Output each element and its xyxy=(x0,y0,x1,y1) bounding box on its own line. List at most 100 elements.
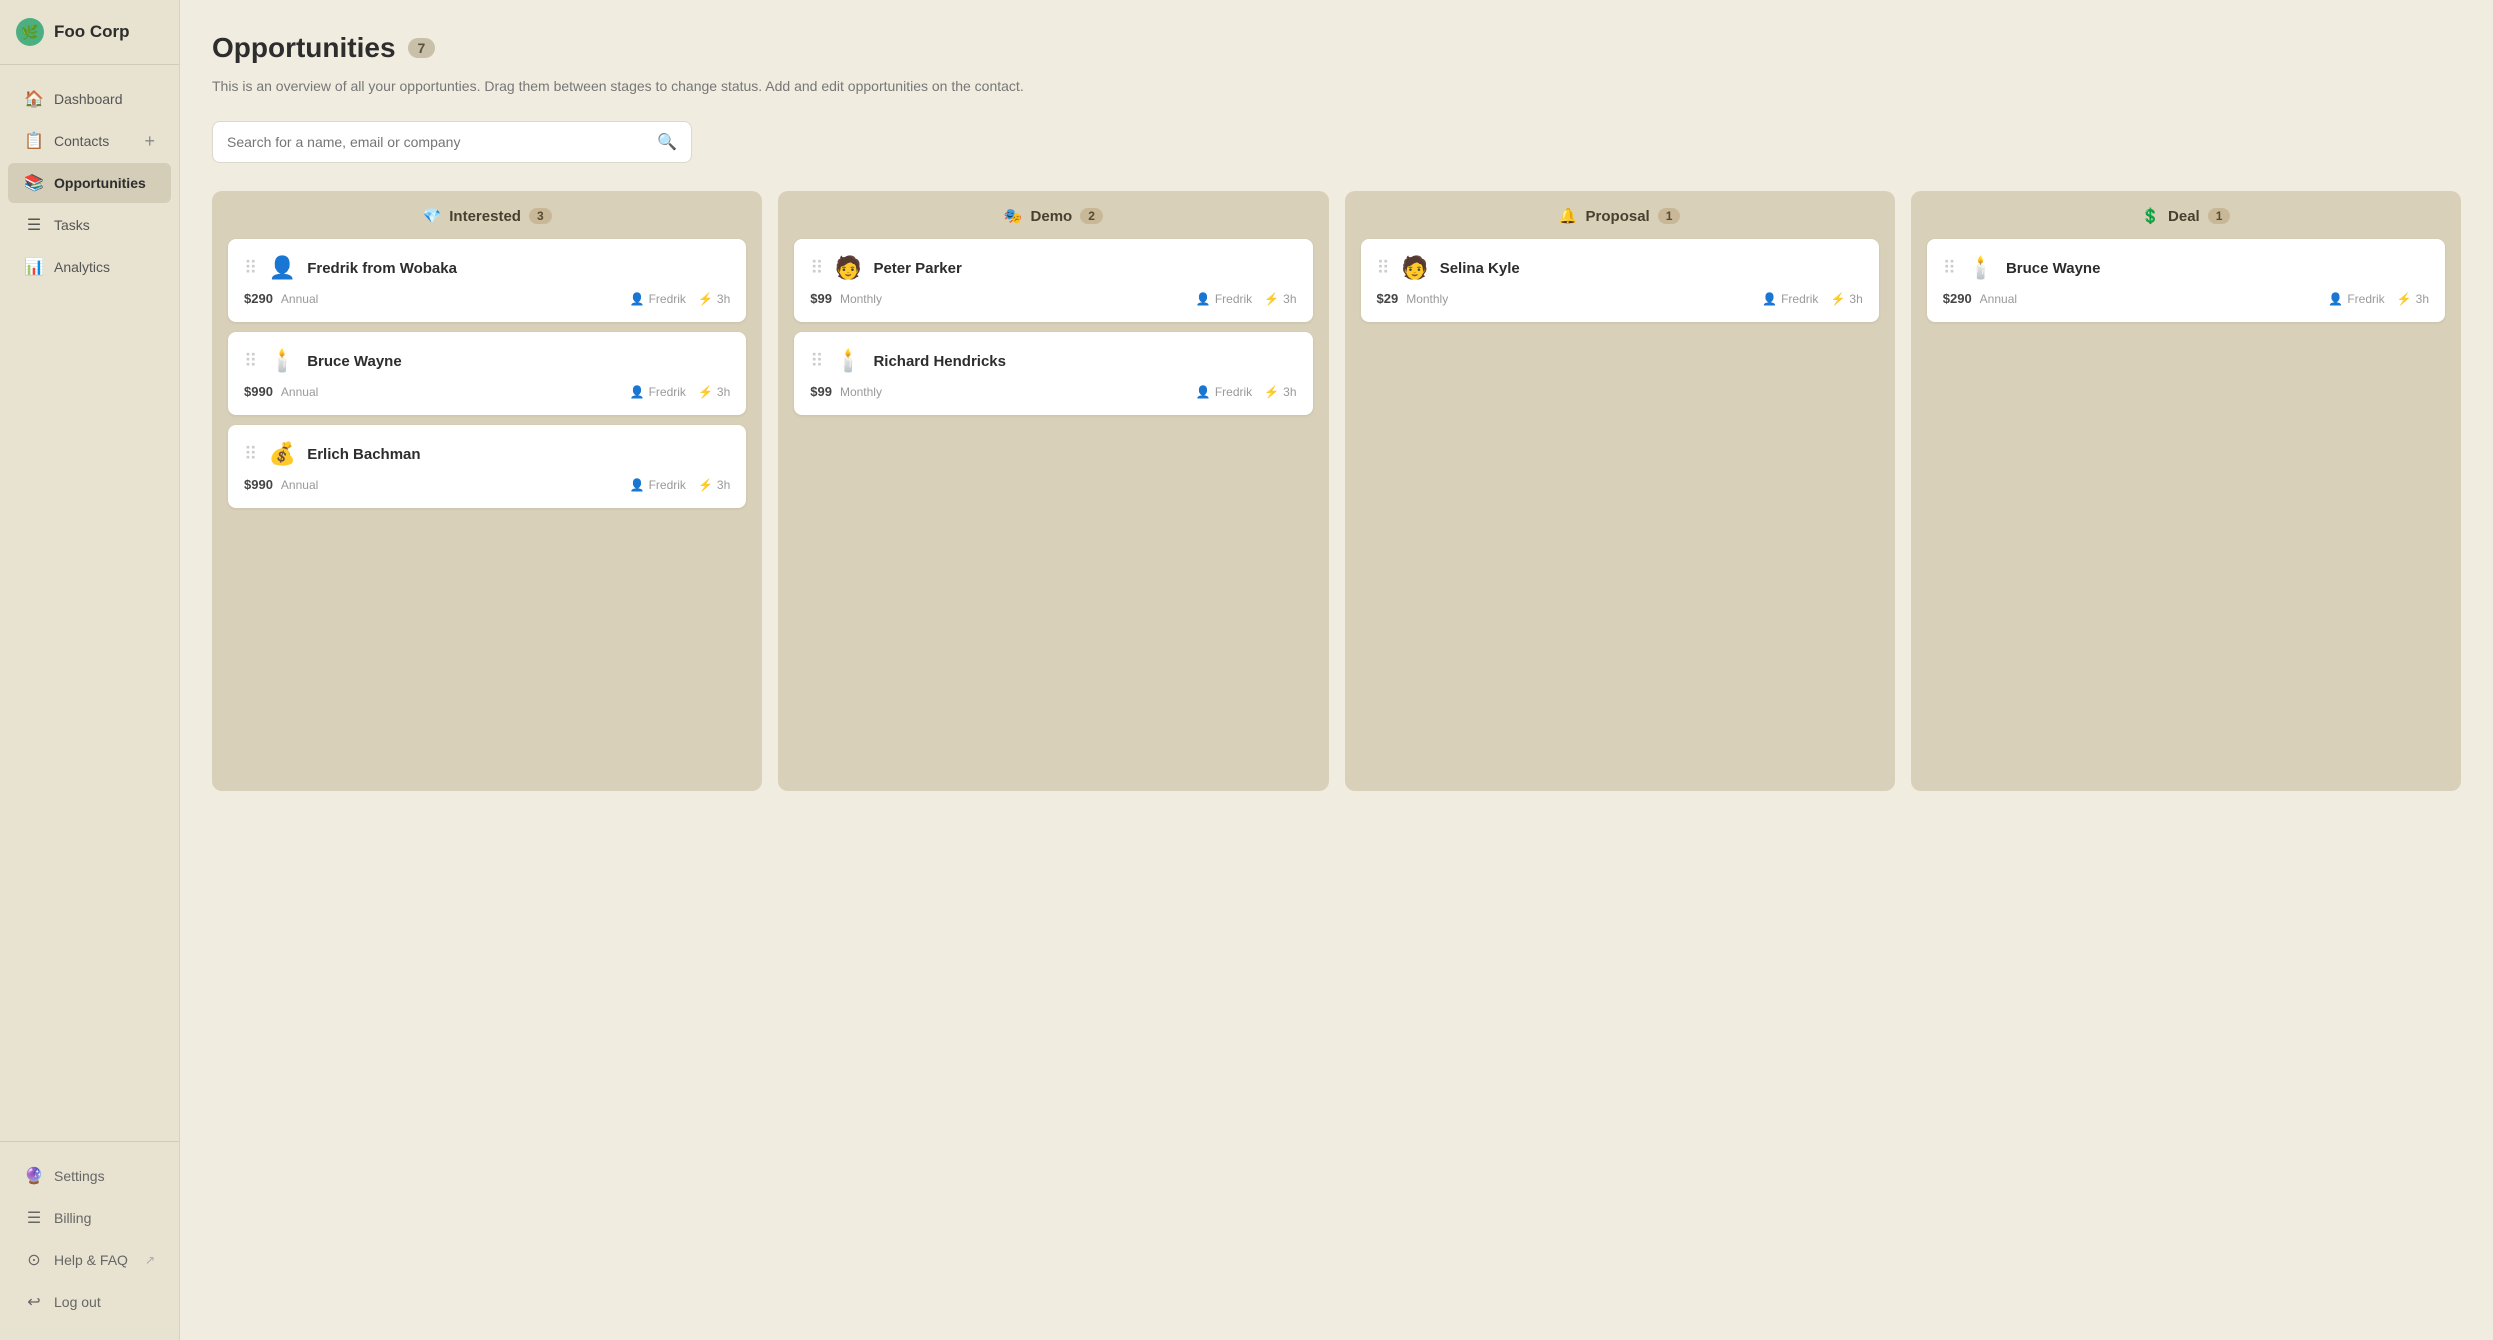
bolt-icon: ⚡ xyxy=(698,478,713,492)
card-assignee: 👤 Fredrik xyxy=(630,292,686,306)
card-avatar: 💰 xyxy=(267,441,297,467)
card-period: Annual xyxy=(281,292,318,306)
card-c2[interactable]: 🕯️ Bruce Wayne $990 Annual 👤 Fredrik ⚡ 3… xyxy=(228,332,746,415)
card-name: Bruce Wayne xyxy=(2006,260,2100,277)
bolt-icon: ⚡ xyxy=(698,385,713,399)
column-proposal: 🔔 Proposal 1 🧑 Selina Kyle $29 Monthly 👤… xyxy=(1345,191,1895,791)
card-c5[interactable]: 🕯️ Richard Hendricks $99 Monthly 👤 Fredr… xyxy=(794,332,1312,415)
bolt-icon: ⚡ xyxy=(1830,292,1845,306)
column-label-proposal: Proposal xyxy=(1586,208,1650,225)
sidebar-bottom-item-settings[interactable]: 🔮 Settings xyxy=(8,1156,171,1196)
sidebar-bottom-item-billing[interactable]: ☰ Billing xyxy=(8,1198,171,1238)
card-period: Monthly xyxy=(840,385,882,399)
drag-handle[interactable] xyxy=(810,351,823,372)
sidebar-label-dashboard: Dashboard xyxy=(54,91,123,107)
person-icon: 👤 xyxy=(1196,292,1211,306)
drag-handle[interactable] xyxy=(244,258,257,279)
bottom-label-billing: Billing xyxy=(54,1210,91,1226)
add-contact-btn[interactable]: + xyxy=(144,132,155,150)
drag-handle[interactable] xyxy=(244,444,257,465)
drag-handle[interactable] xyxy=(810,258,823,279)
card-header: 🕯️ Richard Hendricks xyxy=(810,348,1296,374)
search-bar[interactable]: 🔍 xyxy=(212,121,692,163)
card-header: 💰 Erlich Bachman xyxy=(244,441,730,467)
app-logo[interactable]: 🌿 Foo Corp xyxy=(0,0,179,65)
card-header: 🕯️ Bruce Wayne xyxy=(1943,255,2429,281)
card-footer: $29 Monthly 👤 Fredrik ⚡ 3h xyxy=(1377,291,1863,306)
card-assignee: 👤 Fredrik xyxy=(2328,292,2384,306)
card-assignee: 👤 Fredrik xyxy=(1196,292,1252,306)
sidebar-label-opportunities: Opportunities xyxy=(54,175,146,191)
app-name: Foo Corp xyxy=(54,22,130,42)
sidebar-bottom-item-logout[interactable]: ↩ Log out xyxy=(8,1282,171,1322)
page-description: This is an overview of all your opportun… xyxy=(212,76,2461,97)
sidebar-item-contacts[interactable]: 📋 Contacts + xyxy=(8,121,171,161)
card-name: Fredrik from Wobaka xyxy=(307,260,457,277)
help-icon: ⊙ xyxy=(24,1250,44,1270)
card-amount: $99 xyxy=(810,291,832,306)
sidebar-item-analytics[interactable]: 📊 Analytics xyxy=(8,247,171,287)
sidebar-label-tasks: Tasks xyxy=(54,217,90,233)
sidebar-item-opportunities[interactable]: 📚 Opportunities xyxy=(8,163,171,203)
drag-handle[interactable] xyxy=(1943,258,1956,279)
sidebar-item-dashboard[interactable]: 🏠 Dashboard xyxy=(8,79,171,119)
person-icon: 👤 xyxy=(630,292,645,306)
column-count-deal: 1 xyxy=(2208,208,2231,224)
card-meta: 👤 Fredrik ⚡ 3h xyxy=(1196,385,1297,399)
bolt-icon: ⚡ xyxy=(698,292,713,306)
drag-handle[interactable] xyxy=(244,351,257,372)
column-count-demo: 2 xyxy=(1080,208,1103,224)
bolt-icon: ⚡ xyxy=(1264,292,1279,306)
column-demo: 🎭 Demo 2 🧑 Peter Parker $99 Monthly 👤 Fr… xyxy=(778,191,1328,791)
column-label-interested: Interested xyxy=(449,208,521,225)
card-avatar: 🧑 xyxy=(1400,255,1430,281)
main-nav: 🏠 Dashboard 📋 Contacts + 📚 Opportunities… xyxy=(0,65,179,1141)
person-icon: 👤 xyxy=(630,385,645,399)
sidebar-item-tasks[interactable]: ☰ Tasks xyxy=(8,205,171,245)
card-name: Bruce Wayne xyxy=(307,353,401,370)
column-count-proposal: 1 xyxy=(1658,208,1681,224)
card-c4[interactable]: 🧑 Peter Parker $99 Monthly 👤 Fredrik ⚡ 3… xyxy=(794,239,1312,322)
card-amount: $290 xyxy=(244,291,273,306)
column-deal: 💲 Deal 1 🕯️ Bruce Wayne $290 Annual 👤 Fr… xyxy=(1911,191,2461,791)
card-c7[interactable]: 🕯️ Bruce Wayne $290 Annual 👤 Fredrik ⚡ 3… xyxy=(1927,239,2445,322)
logo-icon: 🌿 xyxy=(16,18,44,46)
column-header-deal: 💲 Deal 1 xyxy=(1927,207,2445,225)
card-c1[interactable]: 👤 Fredrik from Wobaka $290 Annual 👤 Fred… xyxy=(228,239,746,322)
card-c3[interactable]: 💰 Erlich Bachman $990 Annual 👤 Fredrik ⚡… xyxy=(228,425,746,508)
card-meta: 👤 Fredrik ⚡ 3h xyxy=(1196,292,1297,306)
card-avatar: 👤 xyxy=(267,255,297,281)
card-period: Annual xyxy=(281,478,318,492)
card-header: 🧑 Selina Kyle xyxy=(1377,255,1863,281)
opportunities-icon: 📚 xyxy=(24,173,44,193)
card-footer: $990 Annual 👤 Fredrik ⚡ 3h xyxy=(244,384,730,399)
column-icon-deal: 💲 xyxy=(2141,207,2160,225)
card-header: 👤 Fredrik from Wobaka xyxy=(244,255,730,281)
bottom-label-logout: Log out xyxy=(54,1294,101,1310)
sidebar: 🌿 Foo Corp 🏠 Dashboard 📋 Contacts + 📚 Op… xyxy=(0,0,180,1340)
card-footer: $290 Annual 👤 Fredrik ⚡ 3h xyxy=(244,291,730,306)
card-time: ⚡ 3h xyxy=(1264,292,1296,306)
card-footer: $99 Monthly 👤 Fredrik ⚡ 3h xyxy=(810,384,1296,399)
sidebar-label-contacts: Contacts xyxy=(54,133,109,149)
card-meta: 👤 Fredrik ⚡ 3h xyxy=(1762,292,1863,306)
card-c6[interactable]: 🧑 Selina Kyle $29 Monthly 👤 Fredrik ⚡ 3h xyxy=(1361,239,1879,322)
dashboard-icon: 🏠 xyxy=(24,89,44,109)
card-name: Richard Hendricks xyxy=(873,353,1006,370)
card-time: ⚡ 3h xyxy=(698,385,730,399)
search-input[interactable] xyxy=(227,134,649,150)
column-count-interested: 3 xyxy=(529,208,552,224)
column-label-deal: Deal xyxy=(2168,208,2200,225)
card-name: Peter Parker xyxy=(873,260,961,277)
person-icon: 👤 xyxy=(2328,292,2343,306)
card-amount: $990 xyxy=(244,477,273,492)
card-avatar: 🕯️ xyxy=(1966,255,1996,281)
main-content: Opportunities 7 This is an overview of a… xyxy=(180,0,2493,1340)
card-time: ⚡ 3h xyxy=(698,478,730,492)
billing-icon: ☰ xyxy=(24,1208,44,1228)
drag-handle[interactable] xyxy=(1377,258,1390,279)
analytics-icon: 📊 xyxy=(24,257,44,277)
sidebar-bottom-item-help[interactable]: ⊙ Help & FAQ ↗ xyxy=(8,1240,171,1280)
column-label-demo: Demo xyxy=(1031,208,1073,225)
bottom-label-help: Help & FAQ xyxy=(54,1252,128,1268)
